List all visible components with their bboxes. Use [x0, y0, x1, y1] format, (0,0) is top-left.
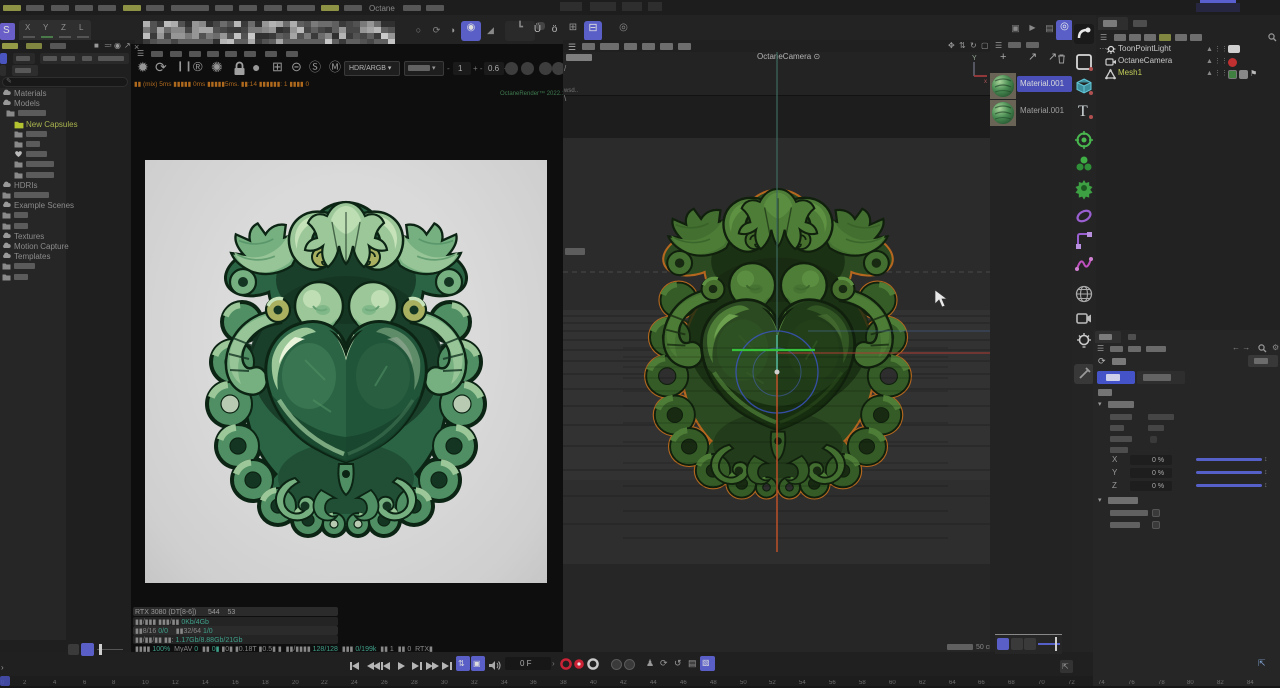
svg-text:T: T [1078, 103, 1088, 120]
